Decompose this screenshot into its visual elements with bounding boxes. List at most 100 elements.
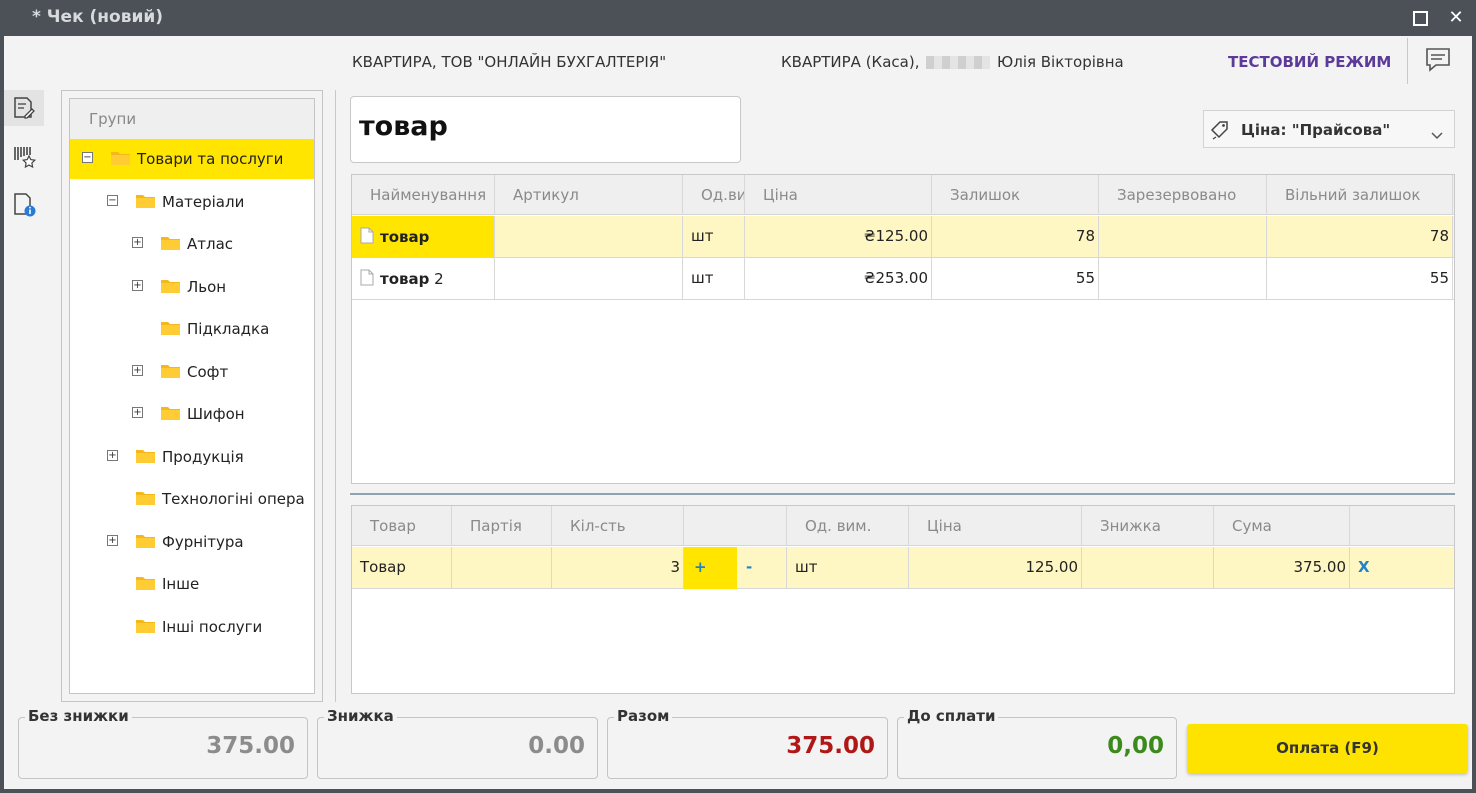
groups-tree[interactable]: Групи − Товари та послуги − Матеріали + Атлас… xyxy=(69,98,315,694)
no-discount-value: 375.00 xyxy=(206,733,295,759)
folder-icon xyxy=(136,533,155,548)
product-cell-free: 55 xyxy=(1267,258,1453,300)
expand-icon[interactable]: + xyxy=(107,449,118,461)
product-cell-article xyxy=(495,258,683,300)
close-button[interactable]: ✕ xyxy=(1444,6,1468,30)
collapse-icon[interactable]: − xyxy=(82,152,93,163)
discount-value: 0.00 xyxy=(528,733,585,759)
expand-icon[interactable]: + xyxy=(132,407,143,418)
product-row[interactable]: товар 2 шт ₴253.00 55 55 xyxy=(352,258,1454,300)
product-cell-reserved xyxy=(1099,216,1267,258)
product-cell-name: товар 2 xyxy=(352,258,495,300)
column-header[interactable]: Зарезервовано xyxy=(1099,175,1267,215)
column-header[interactable] xyxy=(1350,506,1454,546)
folder-icon xyxy=(136,448,155,463)
expand-icon[interactable]: + xyxy=(132,237,143,248)
column-header[interactable]: Найменування xyxy=(352,175,495,215)
column-header[interactable]: Сума xyxy=(1214,506,1350,546)
column-header[interactable]: Товар xyxy=(352,506,452,546)
tree-node-label: Шифон xyxy=(187,405,245,423)
document-info-icon xyxy=(14,193,36,217)
product-cell-stock: 55 xyxy=(932,258,1099,300)
product-cell-stock: 78 xyxy=(932,216,1099,258)
tree-node-label: Технологіні опера xyxy=(162,490,305,508)
product-cell-article xyxy=(495,216,683,258)
document-icon xyxy=(360,269,374,290)
column-header[interactable]: Ціна xyxy=(909,506,1082,546)
to-pay-box: До сплати 0,00 xyxy=(897,707,1177,779)
tree-node[interactable]: Технологіні опера xyxy=(70,479,314,519)
tree-node[interactable]: + Фурнітура xyxy=(70,522,314,562)
panel-splitter[interactable] xyxy=(335,90,336,702)
remove-item-button[interactable]: X xyxy=(1358,558,1370,576)
column-header[interactable]: Кіл-сть xyxy=(552,506,684,546)
product-cell-unit: шт xyxy=(683,258,745,300)
receipt-row[interactable]: Товар 3 + - шт 125.00 375.00 X xyxy=(352,547,1454,589)
chevron-down-icon xyxy=(1431,126,1443,144)
document-icon xyxy=(360,227,374,248)
tree-node[interactable]: + Шифон xyxy=(70,394,314,434)
total-box: Разом 375.00 xyxy=(607,707,888,779)
column-header[interactable]: Артикул xyxy=(495,175,683,215)
tree-node[interactable]: Інші послуги xyxy=(70,607,314,647)
receipt-price: 125.00 xyxy=(909,547,1082,589)
column-header[interactable]: Вільний залишок xyxy=(1267,175,1453,215)
cashier-name: Юлія Вікторівна xyxy=(997,53,1124,71)
window-title: * Чек (новий) xyxy=(32,7,164,27)
company-name: КВАРТИРА, ТОВ "ОНЛАЙН БУХГАЛТЕРІЯ" xyxy=(352,53,667,71)
column-header[interactable] xyxy=(684,506,787,546)
tree-node[interactable]: + Льон xyxy=(70,267,314,307)
document-edit-icon xyxy=(14,97,35,119)
tree-node[interactable]: − Матеріали xyxy=(70,182,314,222)
tree-node[interactable]: + Софт xyxy=(70,352,314,392)
document-info-button[interactable] xyxy=(4,186,44,222)
groups-header: Групи xyxy=(70,99,314,139)
to-pay-value: 0,00 xyxy=(1107,733,1164,759)
column-header[interactable]: Залишок xyxy=(932,175,1099,215)
increase-qty-button[interactable]: + xyxy=(684,547,737,589)
tree-node-label: Інші послуги xyxy=(162,617,263,636)
folder-icon xyxy=(136,618,155,633)
products-grid-header: НайменуванняАртикулОд.вим.ЦінаЗалишокЗар… xyxy=(352,175,1454,215)
products-grid: НайменуванняАртикулОд.вим.ЦінаЗалишокЗар… xyxy=(351,174,1455,484)
pay-button[interactable]: Оплата (F9) xyxy=(1187,724,1468,773)
discount-label: Знижка xyxy=(324,707,397,725)
no-discount-label: Без знижки xyxy=(25,707,132,725)
maximize-button[interactable] xyxy=(1408,6,1432,30)
expand-icon[interactable]: + xyxy=(132,279,143,291)
barcode-favorites-button[interactable] xyxy=(4,138,44,174)
receipt-edit-button[interactable] xyxy=(4,90,44,126)
product-cell-price: ₴253.00 xyxy=(745,258,932,300)
expand-icon[interactable]: + xyxy=(132,364,143,376)
remove-cell: X xyxy=(1350,547,1454,589)
folder-icon xyxy=(161,320,180,335)
column-header[interactable]: Знижка xyxy=(1082,506,1214,546)
column-header[interactable]: Од.вим. xyxy=(683,175,745,215)
tree-node-label: Підкладка xyxy=(187,320,270,338)
column-header[interactable]: Партія xyxy=(452,506,552,546)
tree-node[interactable]: Інше xyxy=(70,564,314,604)
receipt-window: КВАРТИРА, ТОВ "ОНЛАЙН БУХГАЛТЕРІЯ" КВАРТ… xyxy=(4,36,1472,789)
product-search-input[interactable]: товар xyxy=(350,96,741,163)
tree-node[interactable]: − Товари та послуги xyxy=(70,139,314,179)
tree-node-label: Інше xyxy=(162,575,200,593)
maximize-icon xyxy=(1412,11,1428,26)
chat-icon[interactable] xyxy=(1424,46,1452,74)
price-type-select[interactable]: Ціна: "Прайсова" xyxy=(1203,110,1455,148)
tree-node[interactable]: + Атлас xyxy=(70,224,314,264)
tree-node[interactable]: Підкладка xyxy=(70,309,314,349)
receipt-sum: 375.00 xyxy=(1214,547,1350,589)
folder-icon xyxy=(111,150,130,165)
column-header[interactable]: Од. вим. xyxy=(787,506,909,546)
expand-icon[interactable]: + xyxy=(107,534,118,546)
folder-icon xyxy=(161,363,180,378)
product-row[interactable]: товар шт ₴125.00 78 78 xyxy=(352,216,1454,258)
collapse-icon[interactable]: − xyxy=(107,194,118,206)
decrease-qty-button[interactable]: - xyxy=(737,547,786,589)
test-mode-label: ТЕСТОВИЙ РЕЖИМ xyxy=(1228,53,1392,71)
tree-node-label: Товари та послуги xyxy=(137,150,284,168)
cash-register-name: КВАРТИРА (Каса), xyxy=(781,53,920,71)
receipt-grid-header: Товар Партія Кіл-сть Од. вим. Ціна Знижка Сума xyxy=(352,506,1454,546)
tree-node[interactable]: + Продукція xyxy=(70,437,314,477)
column-header[interactable]: Ціна xyxy=(745,175,932,215)
